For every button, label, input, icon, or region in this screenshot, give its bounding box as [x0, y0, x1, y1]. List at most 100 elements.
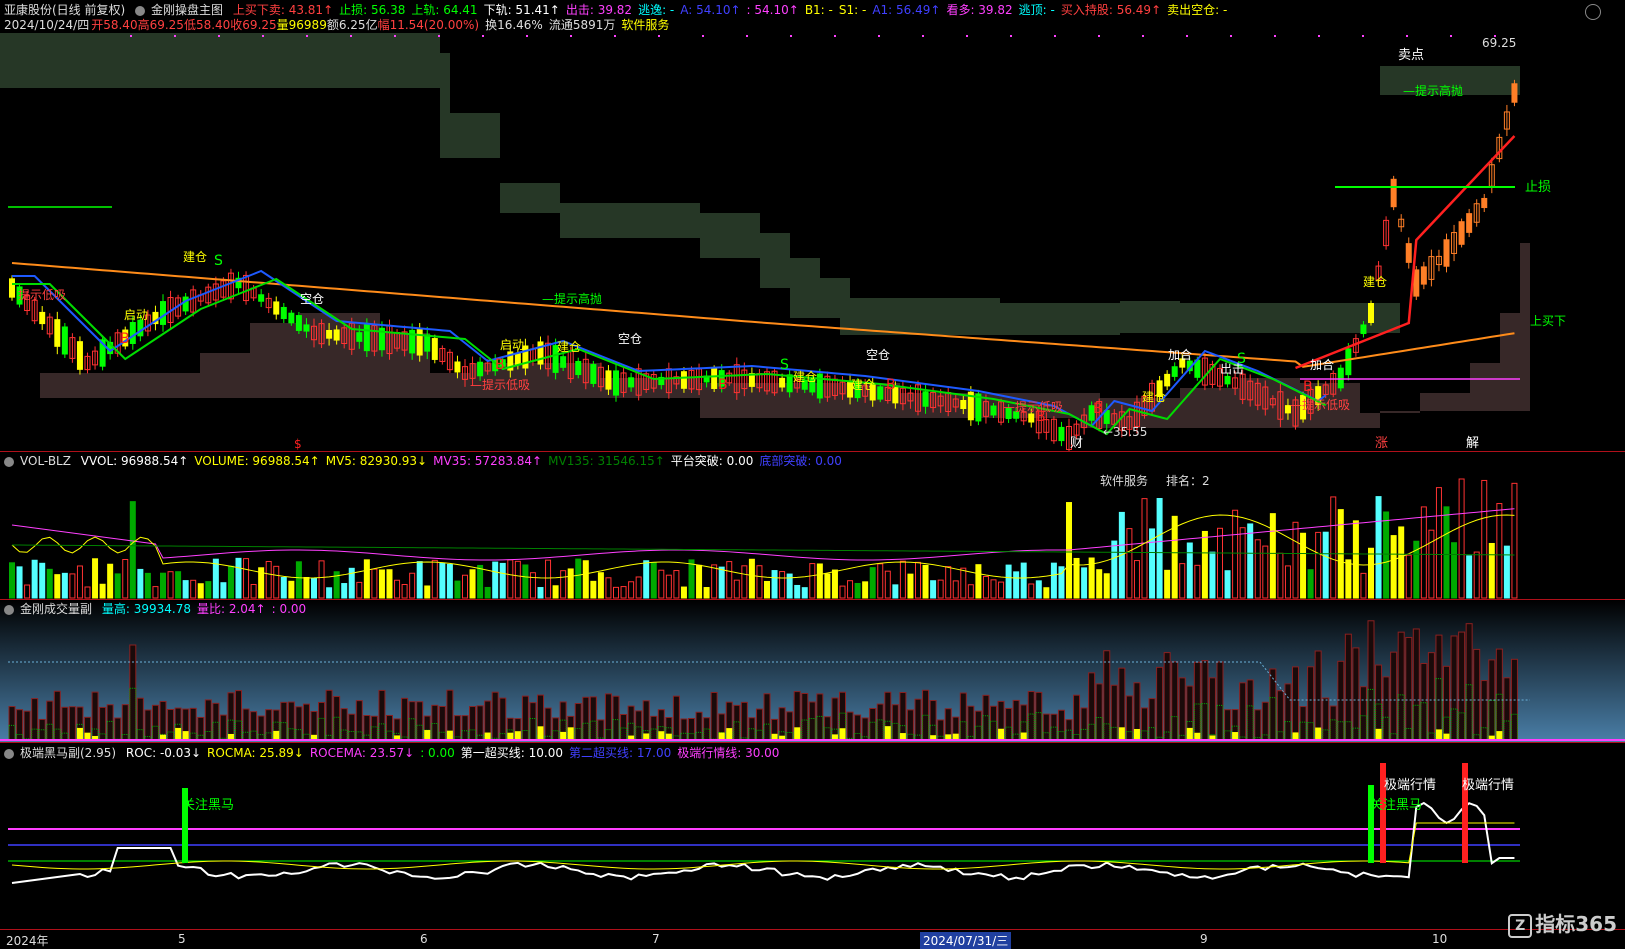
sell-point-label: 卖点	[1398, 48, 1424, 63]
jg-volume-bar	[318, 701, 326, 741]
jg-volume-chart[interactable]	[0, 600, 1625, 742]
volume-bar	[190, 579, 197, 599]
volume-bar	[416, 561, 423, 599]
volume-bar	[665, 574, 672, 599]
jg-volume-bar	[929, 700, 937, 741]
price-chart[interactable]: 69.25←35.55卖点—提示高抛—提示高抛提示低吸—提示低吸—提示低吸 —提示…	[0, 33, 1625, 451]
x-label-cursor-date[interactable]: 2024/07/31/三	[920, 932, 1012, 949]
volume-bar	[1322, 531, 1329, 599]
jg-volume-bar	[906, 709, 914, 741]
volume-bar	[401, 584, 408, 599]
build-label-2: 建仓	[1363, 275, 1387, 289]
jg-volume-bar	[355, 700, 363, 741]
jg-volume-bar	[816, 693, 824, 741]
top-dot	[438, 35, 440, 37]
quote-close: 收69.25	[230, 18, 277, 32]
vol-name[interactable]: VOL-BLZ	[20, 454, 71, 468]
jg-volume-bar	[333, 696, 341, 741]
x-label-9: 9	[1200, 932, 1208, 946]
jg-volume-bar	[242, 708, 250, 741]
volume-bar	[711, 564, 718, 599]
volume-bar	[273, 565, 280, 599]
jg-yellow-bar	[1186, 727, 1193, 740]
volume-bar	[771, 570, 778, 599]
volume-bar	[960, 567, 967, 599]
jg-volume-bar	[438, 705, 446, 741]
jg-volume-bar	[431, 704, 439, 741]
jg-volume-bar	[635, 710, 643, 741]
volume-bar	[409, 572, 416, 599]
jg-volume-bar	[1443, 665, 1450, 741]
top-dot	[1230, 35, 1232, 37]
jg-volume-bar	[914, 698, 922, 741]
candle	[1413, 269, 1420, 297]
sell-mark-1: S	[780, 357, 789, 373]
volume-bar	[1217, 527, 1223, 599]
vol-param-5: 平台突破: 0.00	[670, 454, 754, 468]
main-param-2: 上轨: 64.41	[411, 3, 478, 17]
jg-volume-bar	[755, 708, 763, 741]
candle	[922, 391, 929, 407]
volume-bar	[1284, 565, 1291, 599]
main-param-14: 卖出空仓: -	[1167, 3, 1228, 17]
volume-bar	[1300, 532, 1307, 599]
build-label-4: 建仓	[851, 378, 875, 392]
jg-volume-bar	[778, 707, 786, 741]
volume-bar	[613, 586, 619, 599]
top-dot	[1098, 35, 1100, 37]
volume-bar	[152, 586, 159, 599]
top-dot	[218, 35, 220, 37]
top-dot	[1010, 35, 1012, 37]
volume-bar	[1451, 542, 1458, 599]
volume-bar	[1043, 587, 1050, 599]
candle	[877, 386, 884, 400]
jg-yellow-bar	[514, 731, 521, 740]
jg-yellow-bar	[567, 727, 574, 740]
candle	[605, 370, 612, 390]
candle	[333, 329, 340, 341]
volume-bar	[1262, 545, 1269, 599]
volume-bar	[31, 559, 38, 599]
window-restore-button[interactable]	[1585, 4, 1601, 20]
candle	[1171, 366, 1178, 377]
volume-bar	[431, 559, 438, 599]
volume-bar	[560, 570, 567, 599]
volume-bar	[1443, 506, 1450, 599]
jg-yellow-bar	[998, 728, 1005, 740]
top-dot	[1274, 35, 1276, 37]
vol-toggle-icon[interactable]	[4, 456, 14, 467]
jg-volume-bar	[604, 693, 612, 741]
stock-title[interactable]: 亚康股份(日线 前复权)	[4, 3, 125, 17]
jg-volume-bar	[1246, 679, 1254, 741]
volume-bar	[311, 577, 317, 599]
jg-volume-bar	[1141, 707, 1148, 741]
roc-chart[interactable]: 关注黑马 关注黑马 极端行情 极端行情	[0, 743, 1625, 929]
volume-bar	[295, 561, 302, 599]
indicator-name[interactable]: 金刚操盘主图	[151, 3, 223, 17]
jg-volume-bar	[1261, 701, 1269, 741]
volume-bar	[46, 568, 53, 599]
jg-volume-bar	[325, 689, 333, 741]
jg-volume-bar	[189, 707, 197, 741]
volume-bar	[945, 566, 952, 599]
volume-bar	[167, 571, 174, 599]
jg-yellow-bar	[560, 731, 567, 740]
jg-volume-bar	[688, 717, 695, 741]
jg-volume-bar	[386, 714, 393, 741]
jg-volume-bar	[1435, 634, 1443, 741]
volume-chart[interactable]	[0, 470, 1625, 600]
volume-bar	[552, 585, 559, 599]
jg-volume-bar	[1450, 635, 1458, 741]
volume-bar	[982, 575, 989, 599]
jg-yellow-bar	[84, 732, 91, 740]
jg-volume-bar	[31, 698, 39, 741]
jg-volume-bar	[1503, 677, 1511, 741]
candle	[1511, 83, 1518, 103]
volume-bar	[824, 573, 831, 599]
volume-bar	[1428, 529, 1435, 599]
jg-yellow-bar	[839, 728, 846, 740]
top-dot	[834, 35, 836, 37]
candle	[273, 301, 280, 315]
indicator-toggle-icon[interactable]	[135, 5, 146, 16]
volume-bar	[160, 572, 166, 599]
